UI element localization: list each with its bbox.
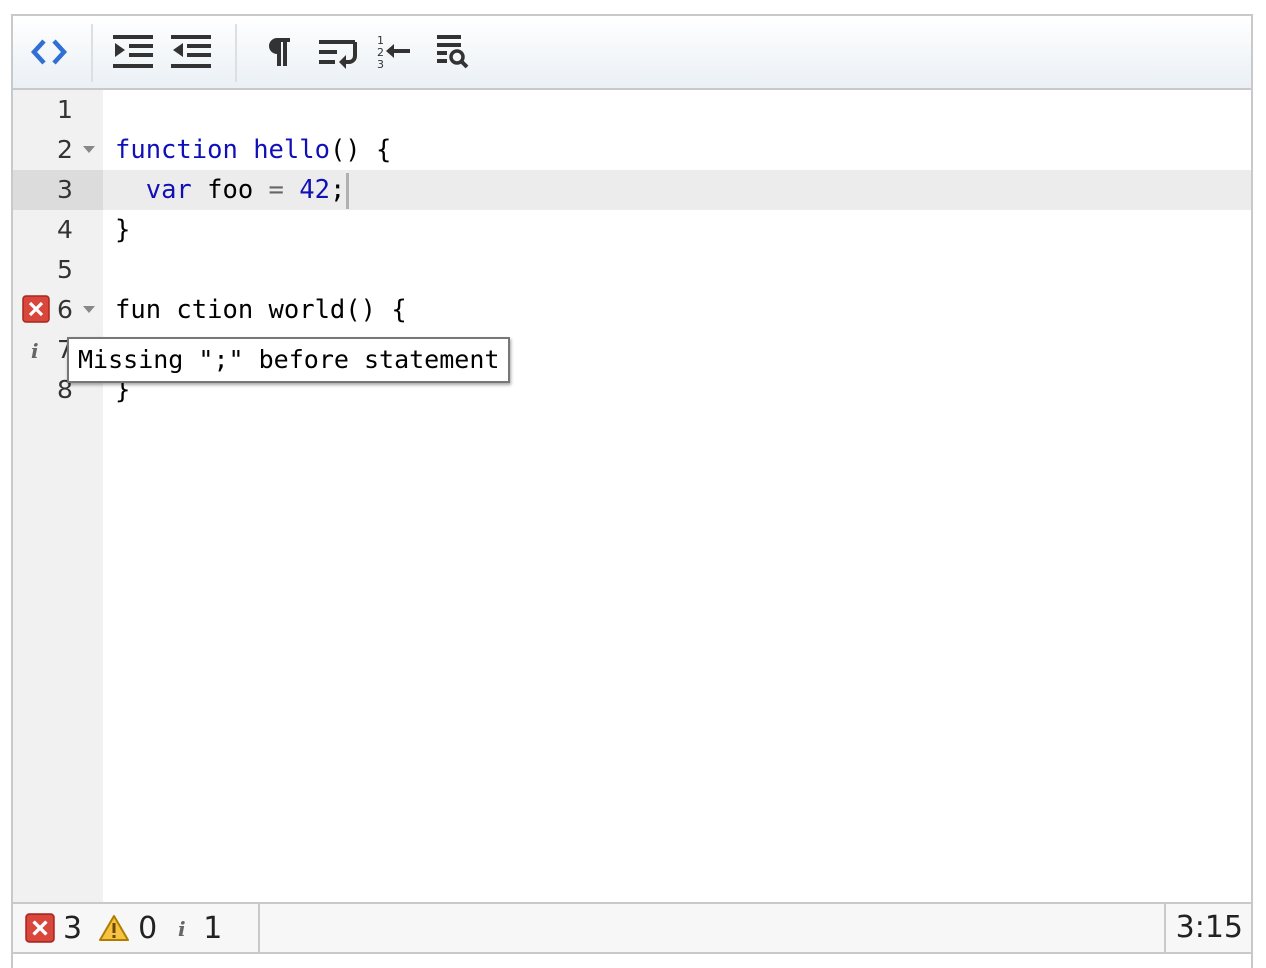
show-invisibles-button[interactable] [257, 30, 301, 74]
toolbar-separator [91, 24, 93, 82]
code-editor: 1 2 3 1 2 3 4 5 6 i 7 8 function hello()… [11, 14, 1253, 968]
indent-icon [113, 35, 153, 68]
code-line: fun ction world() { [103, 290, 1251, 330]
info-icon[interactable]: i [27, 338, 47, 362]
warning-count: 0 [138, 910, 158, 946]
line-number: 5 [57, 255, 73, 284]
info-count: 1 [203, 910, 223, 946]
fold-arrow-icon[interactable] [83, 306, 95, 313]
operator-token: = [268, 175, 284, 205]
code-line: function hello() { [103, 130, 1251, 170]
code-token: () { [329, 135, 392, 165]
word-wrap-icon [319, 40, 357, 69]
info-icon: i [178, 917, 186, 941]
pilcrow-icon [269, 38, 290, 66]
search-lines-icon [437, 35, 469, 69]
gutter-line: 2 [13, 130, 103, 170]
code-line: } [103, 210, 1251, 250]
line-number: 6 [57, 295, 73, 324]
line-number: 1 [57, 95, 73, 124]
cursor-position: 3:15 [1175, 910, 1243, 945]
svg-text:3: 3 [377, 58, 384, 71]
indent-token [115, 175, 146, 205]
code-line-active: var foo = 42; [103, 170, 1251, 210]
code-token: } [115, 215, 131, 245]
number-token: 42 [299, 175, 330, 205]
svg-text:i: i [178, 917, 186, 941]
line-number-gutter: 1 2 3 4 5 6 i 7 8 [13, 90, 103, 902]
line-numbers-button[interactable]: 1 2 3 [373, 30, 417, 74]
svg-text:i: i [31, 339, 39, 362]
error-count: 3 [63, 910, 83, 946]
outdent-button[interactable] [169, 30, 213, 74]
error-icon [25, 913, 55, 943]
word-wrap-button[interactable] [315, 30, 359, 74]
status-bar: 3 0 i 1 3:15 [13, 902, 1251, 954]
gutter-line: 6 [13, 290, 103, 330]
code-token: ; [329, 175, 346, 205]
diagnostics-summary[interactable]: 3 0 i 1 [25, 904, 238, 952]
error-icon[interactable] [22, 295, 50, 323]
code-area[interactable]: function hello() { var foo = 42; } fun c… [103, 90, 1251, 902]
outdent-icon [171, 35, 211, 68]
text-cursor [346, 173, 350, 209]
gutter-line: 4 [13, 210, 103, 250]
editor-toolbar: 1 2 3 [13, 16, 1251, 90]
warning-icon [99, 915, 130, 941]
line-number: 4 [57, 215, 73, 244]
error-tooltip: Missing ";" before statement [67, 337, 511, 383]
status-separator [1164, 904, 1166, 952]
line-number: 2 [57, 135, 73, 164]
gutter-line-active: 3 [13, 170, 103, 210]
fold-arrow-icon[interactable] [83, 146, 95, 153]
keyword-token: var [145, 175, 192, 205]
code-token: fun ction world() { [115, 295, 407, 325]
line-number: 3 [57, 175, 73, 204]
gutter-line: 5 [13, 250, 103, 290]
function-name-token: hello [253, 135, 330, 165]
toggle-source-button[interactable] [27, 30, 71, 74]
search-button[interactable] [431, 30, 475, 74]
gutter-line: 1 [13, 90, 103, 130]
keyword-token: function [115, 135, 238, 165]
line-numbers-icon: 1 2 3 [377, 34, 410, 71]
indent-button[interactable] [111, 30, 155, 74]
code-token: foo [191, 175, 269, 205]
status-separator [258, 904, 260, 952]
code-brackets-icon [30, 39, 68, 65]
toolbar-separator [235, 24, 237, 82]
